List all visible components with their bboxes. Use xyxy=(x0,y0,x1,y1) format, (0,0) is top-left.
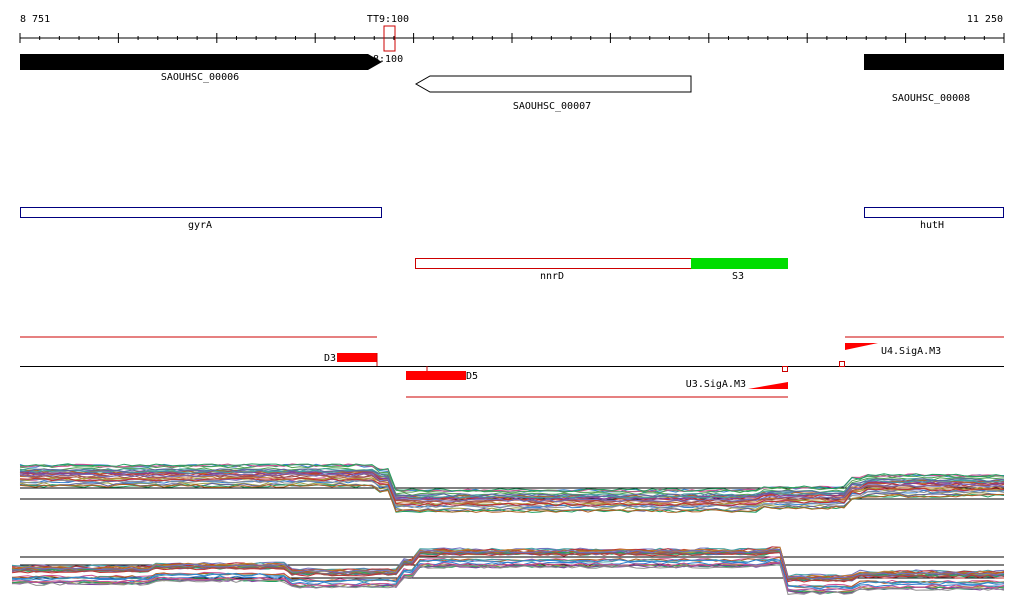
region-huth[interactable] xyxy=(864,207,1004,218)
feature-label-u3-siga-m3: U3.SigA.M3 xyxy=(686,379,746,390)
coordinate-ruler: 8 751 11 250 TT9:100 xyxy=(19,14,1005,52)
region-gyra[interactable] xyxy=(20,207,382,218)
region-track: gyrA hutH nnrD S3 xyxy=(20,207,1004,282)
feature-u3-siga-m3[interactable] xyxy=(748,382,788,389)
gene-arrow-saouhsc-00007[interactable] xyxy=(414,75,692,93)
gene-track: 8:100 SAOUHSC_00006 SAOUHSC_00007 SAOUHS… xyxy=(20,54,1004,112)
region-label-nnrd: nnrD xyxy=(540,271,564,282)
region-label-huth: hutH xyxy=(920,220,944,231)
ruler-end-label: 11 250 xyxy=(967,14,1003,25)
genome-browser-view: 8 751 11 250 TT9:100 8:100 SAOUHSC_00006… xyxy=(0,0,1024,611)
feature-u3-marker xyxy=(782,366,788,372)
expression-profile-panel-bottom xyxy=(11,546,1005,595)
feature-u4-marker xyxy=(839,361,845,367)
gene-label-saouhsc-00008: SAOUHSC_00008 xyxy=(892,93,970,104)
feature-label-d5: D5 xyxy=(466,371,478,382)
terminator-marker-sub-label: 8:100 xyxy=(373,54,403,65)
gene-label-saouhsc-00007: SAOUHSC_00007 xyxy=(513,101,591,112)
region-label-s3: S3 xyxy=(732,271,744,282)
region-label-gyra: gyrA xyxy=(188,220,212,231)
feature-d5[interactable] xyxy=(406,371,466,380)
track-canvas: 8 751 11 250 TT9:100 8:100 SAOUHSC_00006… xyxy=(11,14,1005,595)
feature-d3[interactable] xyxy=(337,353,377,362)
feature-u4-siga-m3[interactable] xyxy=(845,343,878,350)
gene-arrow-saouhsc-00008[interactable] xyxy=(864,54,1004,70)
expression-profile-panel-top xyxy=(19,463,1005,513)
gene-label-saouhsc-00006: SAOUHSC_00006 xyxy=(161,72,239,83)
feature-label-d3: D3 xyxy=(324,353,336,364)
gene-arrow-saouhsc-00006[interactable] xyxy=(20,54,382,70)
region-nnrd[interactable] xyxy=(415,258,692,269)
expression-profile-line xyxy=(11,556,1005,588)
segment-track: D3 D5 U3.SigA.M3 U4.SigA.M3 xyxy=(20,336,1004,398)
feature-label-u4-siga-m3: U4.SigA.M3 xyxy=(881,346,941,357)
region-s3[interactable] xyxy=(691,258,788,269)
terminator-marker-label: TT9:100 xyxy=(367,14,409,25)
ruler-start-label: 8 751 xyxy=(20,14,50,25)
